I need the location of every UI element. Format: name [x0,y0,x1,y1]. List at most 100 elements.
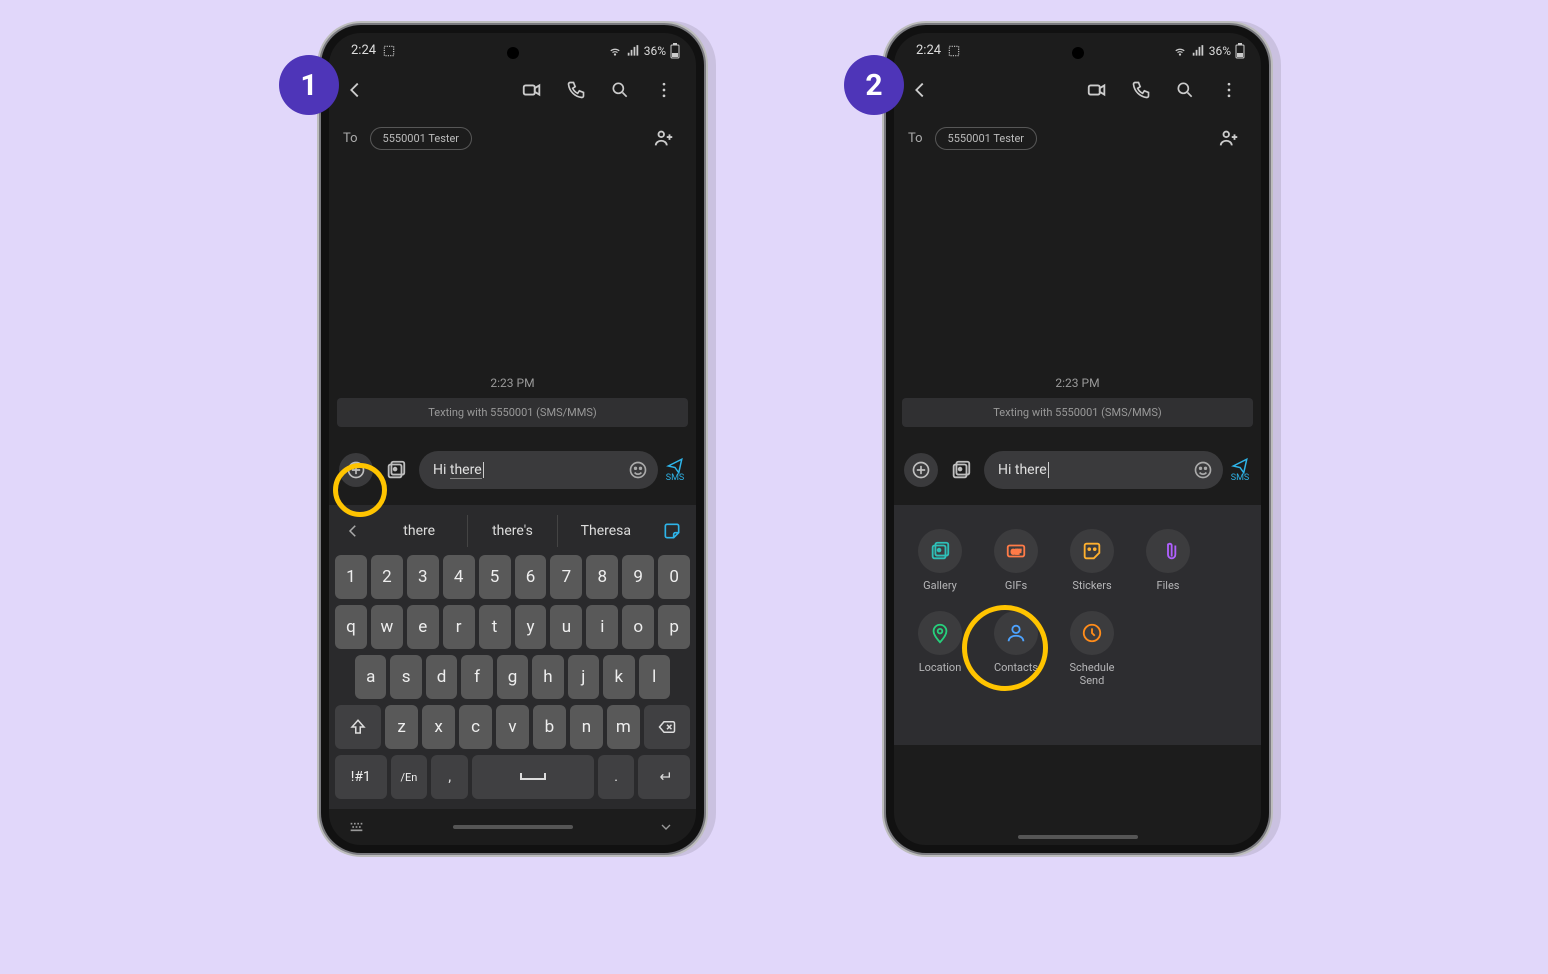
key-o[interactable]: o [622,605,654,649]
key-n[interactable]: n [570,705,603,749]
key-c[interactable]: c [459,705,492,749]
battery-icon [670,43,680,59]
message-input[interactable]: Hi there [419,451,658,489]
recipient-chip[interactable]: 5550001 Tester [370,127,473,150]
attach-contacts[interactable]: Contacts [984,611,1048,687]
suggestion-3[interactable]: Theresa [562,515,650,547]
wifi-icon [608,44,622,58]
back-button[interactable] [902,72,938,108]
attachment-panel: Gallery GIF GIFs Stickers Files [894,505,1261,745]
attach-files[interactable]: Files [1136,529,1200,592]
comma-key[interactable]: , [431,755,468,799]
key-k[interactable]: k [603,655,634,699]
collapse-keyboard-icon[interactable] [656,819,676,835]
conversation-body: 2:23 PM Texting with 5550001 (SMS/MMS) [894,164,1261,431]
backspace-icon [656,718,678,736]
lang-key[interactable]: /En [391,755,428,799]
conversation-time: 2:23 PM [1055,376,1099,390]
back-button[interactable] [337,72,373,108]
key-q[interactable]: q [335,605,367,649]
add-recipient-button[interactable] [646,120,682,156]
key-u[interactable]: u [550,605,582,649]
key-y[interactable]: y [515,605,547,649]
emoji-icon[interactable] [628,460,648,480]
key-i[interactable]: i [586,605,618,649]
key-6[interactable]: 6 [515,555,547,599]
key-f[interactable]: f [461,655,492,699]
step-1-column: 1 2:24 36% [279,25,704,853]
key-s[interactable]: s [390,655,421,699]
recipient-row: To 5550001 Tester [894,112,1261,164]
key-7[interactable]: 7 [550,555,582,599]
key-v[interactable]: v [496,705,529,749]
key-w[interactable]: w [371,605,403,649]
key-h[interactable]: h [532,655,563,699]
key-1[interactable]: 1 [335,555,367,599]
key-a[interactable]: a [355,655,386,699]
more-button[interactable] [646,72,682,108]
key-t[interactable]: t [479,605,511,649]
key-z[interactable]: z [385,705,418,749]
key-4[interactable]: 4 [443,555,475,599]
key-p[interactable]: p [658,605,690,649]
recipient-chip[interactable]: 5550001 Tester [935,127,1038,150]
attach-gifs[interactable]: GIF GIFs [984,529,1048,592]
key-d[interactable]: d [426,655,457,699]
attach-gallery[interactable]: Gallery [908,529,972,592]
key-0[interactable]: 0 [658,555,690,599]
key-l[interactable]: l [639,655,670,699]
suggestion-1[interactable]: there [375,515,463,547]
key-r[interactable]: r [443,605,475,649]
key-row-2: qwertyuiop [335,605,690,649]
send-button[interactable]: SMS [1229,457,1251,483]
phone-icon [1131,80,1151,100]
plus-icon [346,460,366,480]
attach-location[interactable]: Location [908,611,972,687]
gallery-shortcut-button[interactable] [944,453,978,487]
suggest-back-button[interactable] [335,513,371,549]
voice-call-button[interactable] [1123,72,1159,108]
search-button[interactable] [602,72,638,108]
key-m[interactable]: m [607,705,640,749]
key-row-3: asdfghjkl [335,655,690,699]
add-recipient-button[interactable] [1211,120,1247,156]
enter-key[interactable] [638,755,690,799]
space-icon [519,771,547,783]
key-b[interactable]: b [533,705,566,749]
send-button[interactable]: SMS [664,457,686,483]
shift-key[interactable] [335,705,381,749]
backspace-key[interactable] [644,705,690,749]
key-9[interactable]: 9 [622,555,654,599]
key-5[interactable]: 5 [479,555,511,599]
space-key[interactable] [472,755,593,799]
message-input[interactable]: Hi there [984,451,1223,489]
key-2[interactable]: 2 [371,555,403,599]
video-call-button[interactable] [514,72,550,108]
key-g[interactable]: g [497,655,528,699]
key-j[interactable]: j [568,655,599,699]
voice-call-button[interactable] [558,72,594,108]
gallery-shortcut-button[interactable] [379,453,413,487]
attach-button[interactable] [904,453,938,487]
attach-stickers[interactable]: Stickers [1060,529,1124,592]
more-button[interactable] [1211,72,1247,108]
symbols-key[interactable]: !#1 [335,755,387,799]
step-badge-1: 1 [279,55,339,115]
add-person-icon [653,127,675,149]
period-key[interactable]: . [598,755,635,799]
key-e[interactable]: e [407,605,439,649]
keyboard-toggle-icon[interactable] [349,819,369,835]
battery-text: 36% [644,44,666,58]
key-x[interactable]: x [422,705,455,749]
search-button[interactable] [1167,72,1203,108]
key-8[interactable]: 8 [586,555,618,599]
attach-button[interactable] [339,453,373,487]
key-3[interactable]: 3 [407,555,439,599]
video-call-button[interactable] [1079,72,1115,108]
step-2-column: 2 2:24 36% [844,25,1269,853]
sticker-suggest-button[interactable] [654,513,690,549]
emoji-icon[interactable] [1193,460,1213,480]
attach-schedule-send[interactable]: Schedule Send [1060,611,1124,687]
suggestion-2[interactable]: there's [467,515,557,547]
enter-icon [654,769,674,785]
